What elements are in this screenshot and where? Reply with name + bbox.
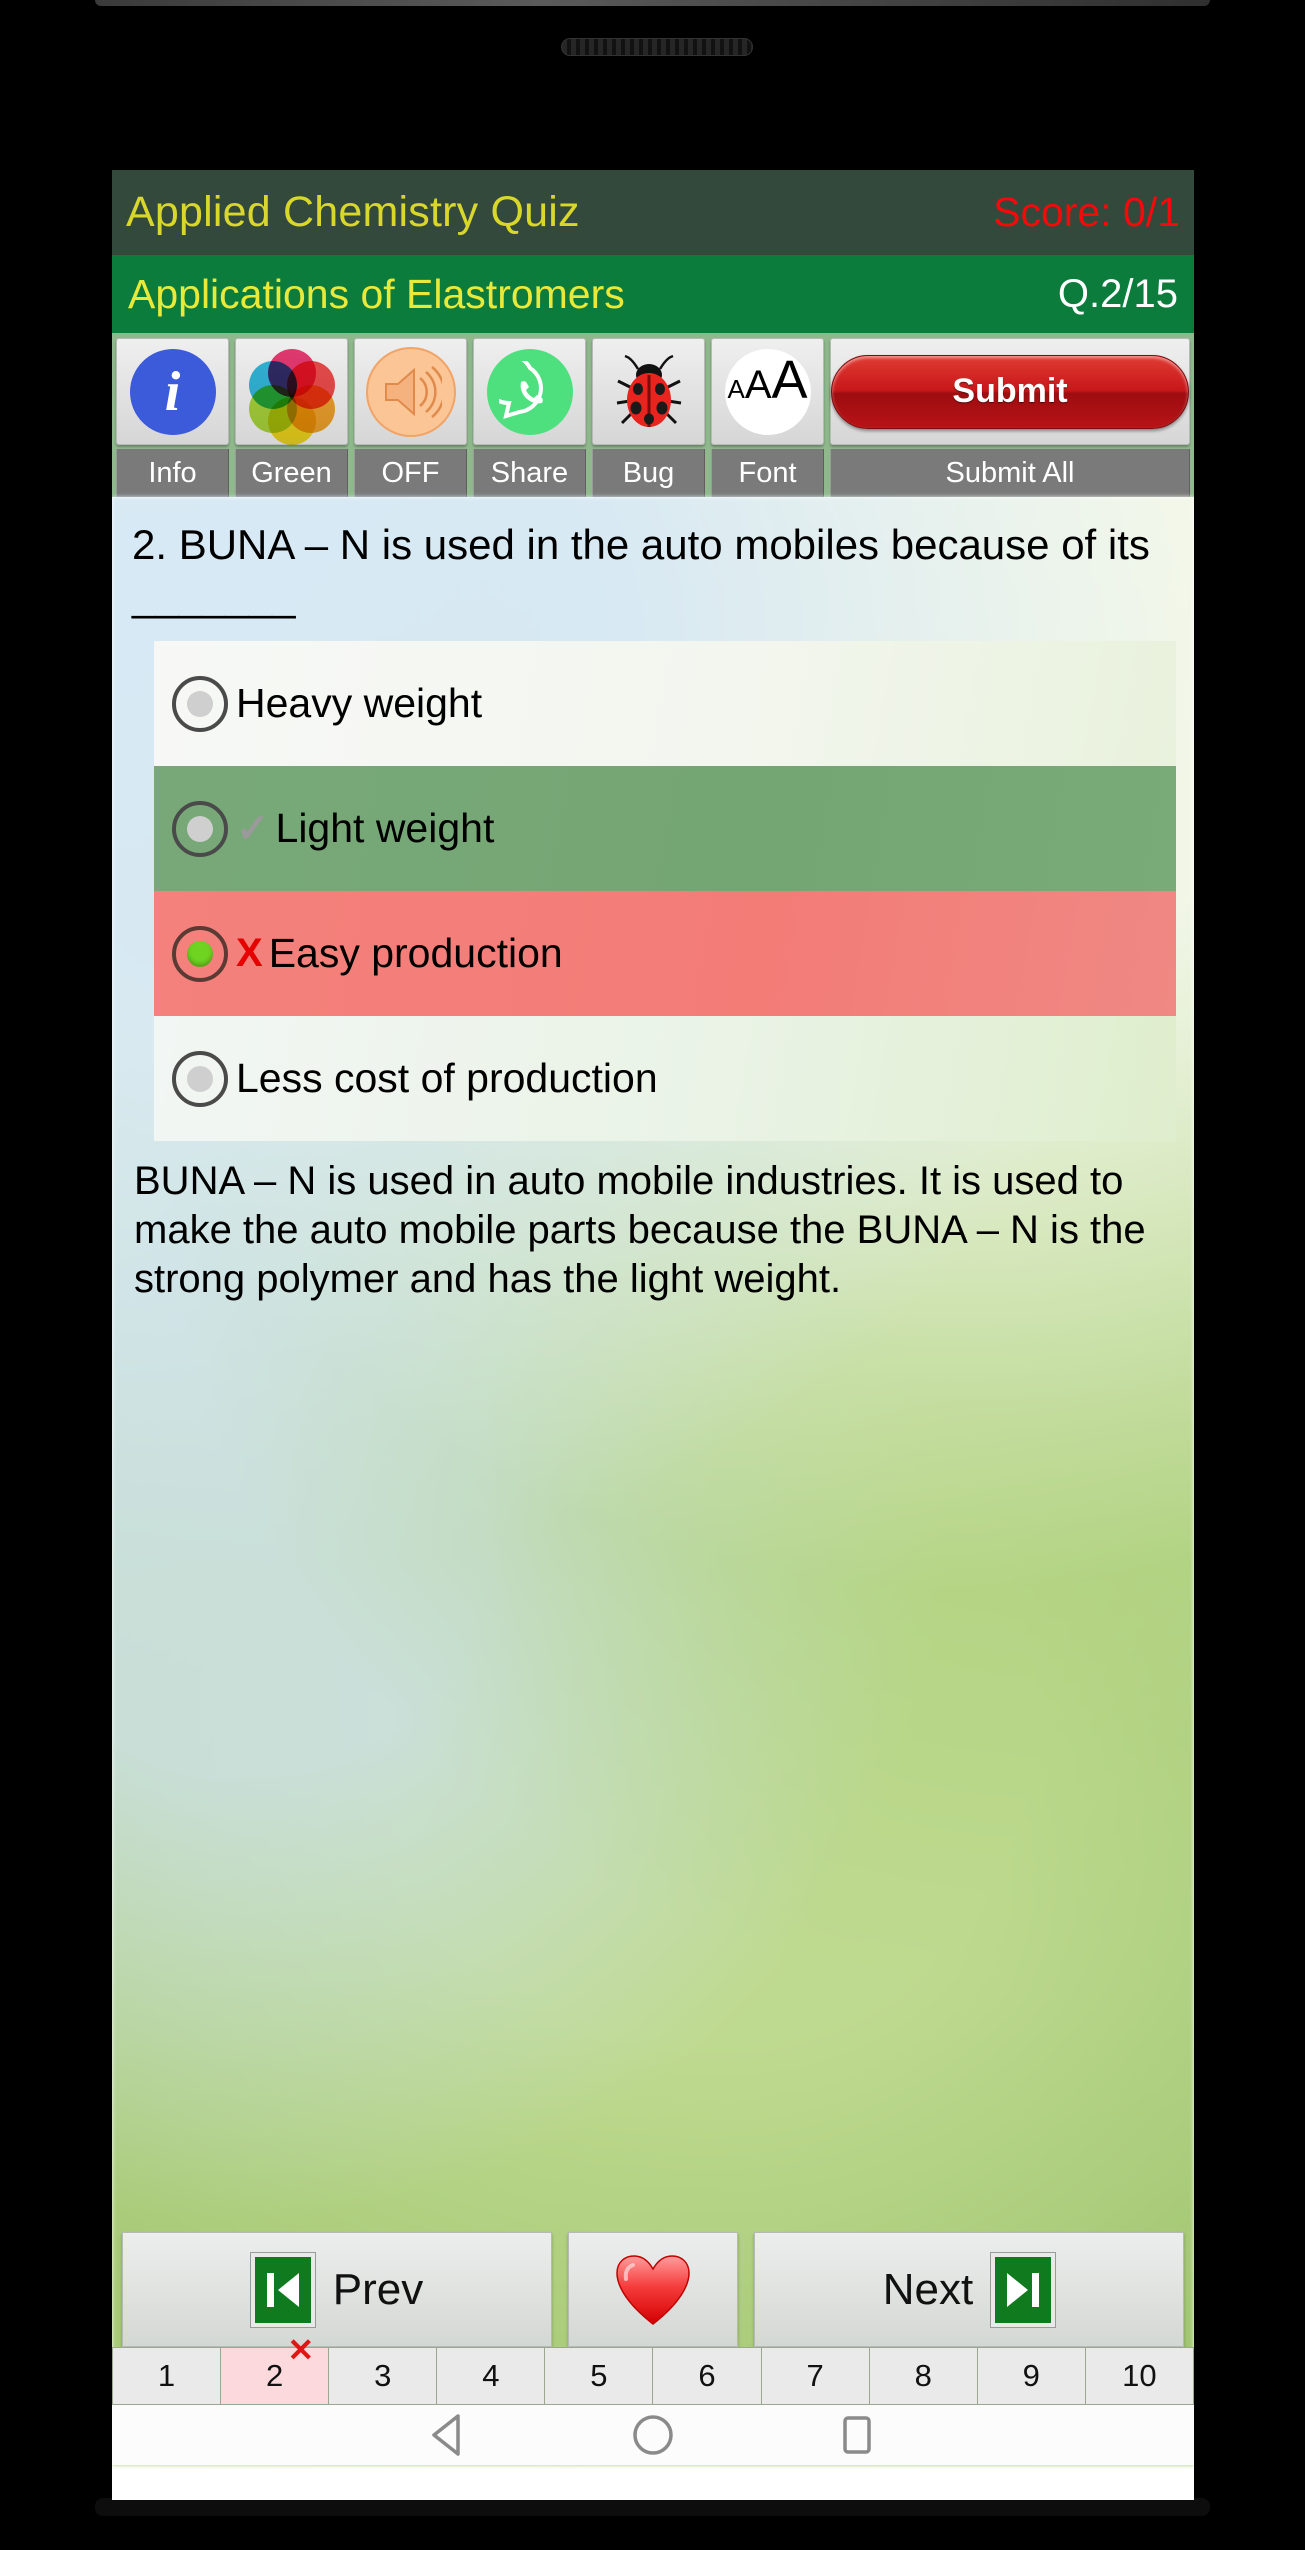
info-icon: i bbox=[129, 348, 216, 435]
answer-option-4-label: Less cost of production bbox=[236, 1055, 658, 1102]
page-button-1[interactable]: 1 bbox=[112, 2347, 222, 2405]
page-button-1-label: 1 bbox=[157, 2358, 176, 2393]
skip-previous-icon bbox=[249, 2251, 316, 2328]
score-label: Score: 0/1 bbox=[993, 189, 1180, 235]
back-icon[interactable] bbox=[428, 2412, 470, 2458]
font-size-button[interactable]: AAA bbox=[711, 338, 824, 445]
page-button-4[interactable]: 4 bbox=[437, 2347, 546, 2405]
title-bar: Applied Chemistry Quiz Score: 0/1 bbox=[112, 170, 1194, 255]
speaker-icon bbox=[365, 346, 456, 437]
phone-bezel-top bbox=[95, 0, 1210, 6]
page-button-3-label: 3 bbox=[374, 2358, 392, 2393]
answer-option-2[interactable]: ✓ Light weight bbox=[154, 766, 1176, 892]
page-button-7-label: 7 bbox=[806, 2358, 824, 2393]
page-button-5-label: 5 bbox=[590, 2358, 608, 2393]
page-button-6-label: 6 bbox=[698, 2358, 716, 2393]
topic-label: Applications of Elastromers bbox=[128, 270, 625, 317]
page-button-2-label: 2 bbox=[266, 2358, 284, 2393]
page-button-6[interactable]: 6 bbox=[653, 2347, 762, 2405]
prev-button[interactable]: Prev bbox=[122, 2232, 552, 2347]
toolbar-label-off[interactable]: OFF bbox=[354, 449, 467, 497]
favorite-button[interactable] bbox=[568, 2232, 738, 2347]
answer-options: Heavy weight ✓ Light weight X Easy produ… bbox=[154, 641, 1176, 1142]
info-button[interactable]: i bbox=[116, 338, 229, 445]
radio-button-1[interactable] bbox=[172, 675, 228, 732]
phone-device: Applied Chemistry Quiz Score: 0/1 Applic… bbox=[0, 0, 1305, 2550]
answer-option-4[interactable]: Less cost of production bbox=[154, 1016, 1176, 1142]
share-button[interactable] bbox=[473, 338, 586, 445]
page-wrong-x-icon: ✕ bbox=[287, 2332, 315, 2368]
color-wheel-icon bbox=[248, 348, 335, 445]
submit-button-label: Submit bbox=[831, 354, 1189, 429]
theme-button[interactable] bbox=[235, 338, 348, 445]
page-button-3[interactable]: 3 bbox=[329, 2347, 438, 2405]
question-text: 2. BUNA – N is used in the auto mobiles … bbox=[132, 521, 1150, 620]
android-navigation-bar bbox=[112, 2405, 1194, 2465]
font-size-icon: AAA bbox=[724, 348, 811, 435]
explanation-text: BUNA – N is used in auto mobile industri… bbox=[134, 1159, 1146, 1302]
toolbar-label-font[interactable]: Font bbox=[711, 449, 824, 497]
page-button-5[interactable]: 5 bbox=[545, 2347, 654, 2405]
correct-tick-icon: ✓ bbox=[236, 806, 270, 851]
page-button-10-label: 10 bbox=[1122, 2358, 1157, 2393]
toolbar-label-submit-all[interactable]: Submit All bbox=[830, 449, 1190, 497]
toolbar-label-green[interactable]: Green bbox=[235, 449, 348, 497]
whatsapp-icon bbox=[486, 348, 573, 435]
submit-all-button[interactable]: Submit bbox=[830, 338, 1190, 445]
answer-option-1-label: Heavy weight bbox=[236, 680, 483, 727]
page-button-2[interactable]: 2 ✕ bbox=[221, 2332, 330, 2405]
skip-next-icon bbox=[990, 2251, 1057, 2328]
question-index-label: Q.2/15 bbox=[1057, 271, 1178, 316]
prev-button-label: Prev bbox=[332, 2264, 424, 2314]
earpiece-speaker bbox=[561, 38, 753, 56]
radio-button-2[interactable] bbox=[172, 800, 228, 857]
page-button-8[interactable]: 8 bbox=[869, 2347, 978, 2405]
toolbar-label-bug[interactable]: Bug bbox=[592, 449, 705, 497]
bug-report-button[interactable] bbox=[592, 338, 705, 445]
answer-option-3-label: Easy production bbox=[268, 930, 563, 977]
ladybug-icon bbox=[606, 349, 692, 435]
sound-toggle-button[interactable] bbox=[354, 338, 467, 445]
page-title: Applied Chemistry Quiz bbox=[126, 188, 580, 236]
question-area: 2. BUNA – N is used in the auto mobiles … bbox=[112, 497, 1194, 2465]
toolbar-label-row: Info Green OFF Share Bug Font Submit All bbox=[116, 449, 1190, 497]
answer-option-3[interactable]: X Easy production bbox=[154, 891, 1176, 1017]
radio-button-4[interactable] bbox=[172, 1050, 228, 1107]
home-icon[interactable] bbox=[630, 2412, 676, 2458]
topic-bar: Applications of Elastromers Q.2/15 bbox=[112, 255, 1194, 333]
toolbar-icon-row: i A A A Submit bbox=[116, 338, 1190, 445]
radio-button-3[interactable] bbox=[172, 925, 228, 982]
page-button-4-label: 4 bbox=[482, 2358, 500, 2393]
answer-option-1[interactable]: Heavy weight bbox=[154, 641, 1176, 767]
wrong-cross-icon: X bbox=[236, 931, 263, 976]
next-button-label: Next bbox=[882, 2264, 974, 2314]
toolbar-label-info[interactable]: Info bbox=[116, 449, 229, 497]
app-screen: Applied Chemistry Quiz Score: 0/1 Applic… bbox=[112, 170, 1194, 2500]
page-button-9-label: 9 bbox=[1022, 2358, 1040, 2393]
page-button-7[interactable]: 7 bbox=[761, 2347, 870, 2405]
recents-icon[interactable] bbox=[836, 2412, 878, 2458]
toolbar: i A A A Submit Info Green OFF Share Bug … bbox=[112, 333, 1194, 497]
answer-option-2-label: Light weight bbox=[275, 805, 495, 852]
page-number-strip: 1 2 ✕ 3 4 5 6 7 8 9 10 bbox=[112, 2332, 1194, 2405]
navigation-bar: Prev Next bbox=[122, 2232, 1184, 2347]
page-button-10[interactable]: 10 bbox=[1085, 2347, 1194, 2405]
next-button[interactable]: Next bbox=[754, 2232, 1184, 2347]
toolbar-label-share[interactable]: Share bbox=[473, 449, 586, 497]
heart-icon bbox=[613, 2253, 693, 2327]
page-button-9[interactable]: 9 bbox=[977, 2347, 1086, 2405]
phone-bezel-bottom bbox=[95, 2498, 1210, 2516]
page-button-8-label: 8 bbox=[914, 2358, 932, 2393]
